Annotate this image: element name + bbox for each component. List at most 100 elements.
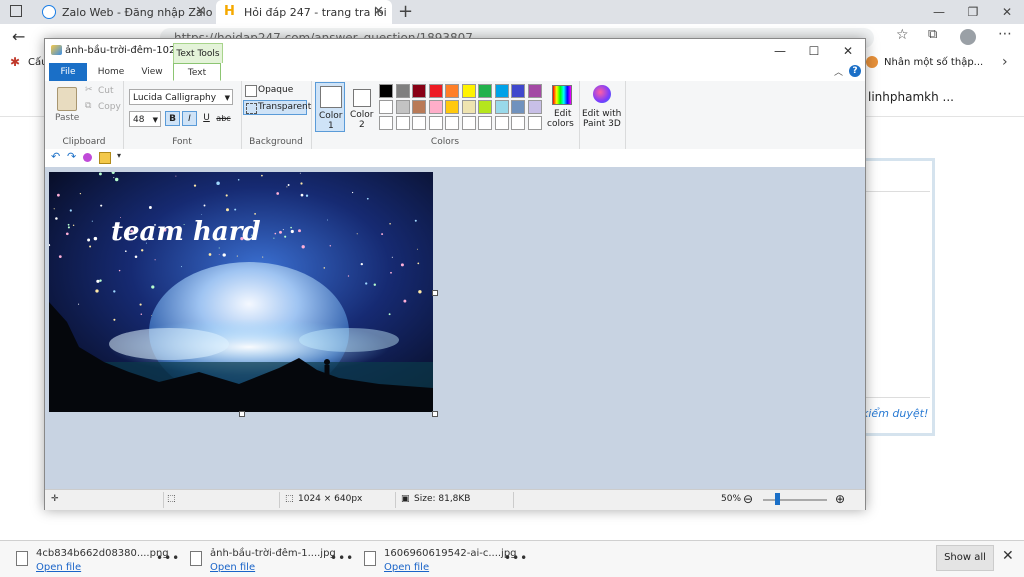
color-swatch[interactable] xyxy=(379,84,393,98)
zoom-out-icon[interactable]: ⊖ xyxy=(743,492,753,506)
color-swatch[interactable] xyxy=(445,84,459,98)
color-swatch[interactable] xyxy=(478,116,492,130)
color-swatch[interactable] xyxy=(511,100,525,114)
color-swatch[interactable] xyxy=(412,84,426,98)
canvas-image[interactable]: team hard xyxy=(49,172,433,412)
close-icon[interactable]: ✕ xyxy=(831,39,865,63)
color-swatch[interactable] xyxy=(494,116,509,130)
color-swatch[interactable] xyxy=(428,100,443,114)
color-swatch[interactable] xyxy=(428,84,443,98)
italic-button[interactable]: I xyxy=(182,111,197,126)
color-swatch[interactable] xyxy=(412,116,426,130)
opaque-button[interactable]: Opaque xyxy=(258,85,293,95)
paint3d-small-icon[interactable] xyxy=(83,153,92,162)
favorites-icon[interactable]: ☆ xyxy=(896,27,909,43)
canvas-workspace[interactable]: team hard xyxy=(45,167,865,489)
close-icon[interactable]: ✕ xyxy=(373,4,384,19)
color-swatch[interactable] xyxy=(379,116,393,130)
zoom-slider-thumb[interactable] xyxy=(775,493,780,505)
color-swatch[interactable] xyxy=(412,100,426,114)
tab-text[interactable]: Text xyxy=(173,63,221,81)
paint3d-label-b[interactable]: Paint 3D xyxy=(583,119,621,129)
resize-handle-corner[interactable] xyxy=(432,411,438,417)
font-size-select[interactable]: 48 ▼ xyxy=(129,111,161,127)
bold-button[interactable]: B xyxy=(165,111,180,126)
edit-icon[interactable] xyxy=(99,152,111,164)
paint3d-label-a[interactable]: Edit with xyxy=(582,109,621,119)
color1-button[interactable]: Color 1 xyxy=(315,82,345,132)
color-swatch[interactable] xyxy=(478,84,492,98)
paste-icon[interactable] xyxy=(57,87,77,111)
color-swatch[interactable] xyxy=(494,84,509,98)
open-file-link[interactable]: Open file xyxy=(36,562,81,573)
color-swatch[interactable] xyxy=(494,100,509,114)
color-swatch[interactable] xyxy=(461,116,476,130)
canvas-text[interactable]: team hard xyxy=(111,217,261,247)
color-swatch[interactable] xyxy=(461,84,476,98)
edit-colors-button[interactable]: Edit colors xyxy=(545,83,575,133)
minimize-icon[interactable]: — xyxy=(763,39,797,63)
minimize-icon[interactable]: — xyxy=(922,0,956,24)
collections-icon[interactable]: ⧉ xyxy=(928,27,937,42)
color-swatch[interactable] xyxy=(478,100,492,114)
star xyxy=(57,193,60,197)
tab-file[interactable]: File xyxy=(49,63,87,81)
maximize-icon[interactable]: ☐ xyxy=(797,39,831,63)
tab-actions-icon[interactable] xyxy=(10,5,22,17)
color-swatch[interactable] xyxy=(395,100,410,114)
star xyxy=(69,209,72,212)
favorite-item[interactable]: Nhân một số thập... xyxy=(884,57,983,68)
color-swatch[interactable] xyxy=(527,116,542,130)
tab-hoidap[interactable]: H Hỏi đáp 247 - trang tra loi ✕ xyxy=(216,0,392,24)
menu-icon[interactable]: ⋯ xyxy=(998,26,1012,42)
open-file-link[interactable]: Open file xyxy=(210,562,255,573)
color-swatch[interactable] xyxy=(511,84,525,98)
more-icon[interactable]: ••• xyxy=(330,551,354,565)
open-file-link[interactable]: Open file xyxy=(384,562,429,573)
color-swatch[interactable] xyxy=(395,116,410,130)
color-swatch[interactable] xyxy=(445,116,459,130)
redo-icon[interactable]: ↷ xyxy=(67,150,76,163)
close-icon[interactable]: ✕ xyxy=(195,4,206,19)
help-icon[interactable]: ? xyxy=(849,65,861,77)
customize-qat-icon[interactable]: ▾ xyxy=(117,151,121,160)
color-swatch[interactable] xyxy=(395,84,410,98)
new-tab-button[interactable]: + xyxy=(398,1,413,22)
color2-button[interactable]: Color 2 xyxy=(349,82,377,132)
chevron-up-icon[interactable]: ︿ xyxy=(834,65,843,78)
color-swatch[interactable] xyxy=(428,116,443,130)
tab-home[interactable]: Home xyxy=(91,63,131,81)
color-swatch[interactable] xyxy=(527,84,542,98)
more-icon[interactable]: ••• xyxy=(504,551,528,565)
tab-zalo[interactable]: Zalo Web - Đăng nhập Zalo ✕ xyxy=(34,0,214,24)
copy-button[interactable]: Copy xyxy=(98,102,121,112)
font-family-select[interactable]: Lucida Calligraphy ▼ xyxy=(129,89,233,105)
star xyxy=(282,229,284,231)
zoom-slider[interactable] xyxy=(763,499,827,501)
undo-icon[interactable]: ↶ xyxy=(51,150,60,163)
color-swatch[interactable] xyxy=(461,100,476,114)
profile-avatar[interactable] xyxy=(960,29,976,45)
cut-button[interactable]: Cut xyxy=(98,86,114,96)
chevron-right-icon[interactable]: › xyxy=(1002,54,1008,70)
tab-view[interactable]: View xyxy=(135,63,169,81)
color-swatch[interactable] xyxy=(379,100,393,114)
zoom-in-icon[interactable]: ⊕ xyxy=(835,492,845,506)
more-icon[interactable]: ••• xyxy=(156,551,180,565)
show-all-button[interactable]: Show all xyxy=(936,545,994,571)
color-swatch[interactable] xyxy=(527,100,542,114)
strikethrough-button[interactable]: abc xyxy=(216,111,231,126)
back-icon[interactable]: ← xyxy=(12,27,25,46)
resize-handle-right[interactable] xyxy=(432,290,438,296)
close-icon[interactable]: ✕ xyxy=(990,0,1024,24)
color-swatch[interactable] xyxy=(445,100,459,114)
restore-icon[interactable]: ❐ xyxy=(956,0,990,24)
close-icon[interactable]: ✕ xyxy=(1002,548,1014,564)
underline-button[interactable]: U xyxy=(199,111,214,126)
username[interactable]: linhphamkh ... xyxy=(868,90,954,104)
resize-handle-bottom[interactable] xyxy=(239,411,245,417)
transparent-button[interactable]: Transparent xyxy=(243,100,311,115)
paste-button[interactable]: Paste xyxy=(55,113,79,123)
paint3d-icon[interactable] xyxy=(593,85,611,103)
color-swatch[interactable] xyxy=(511,116,525,130)
